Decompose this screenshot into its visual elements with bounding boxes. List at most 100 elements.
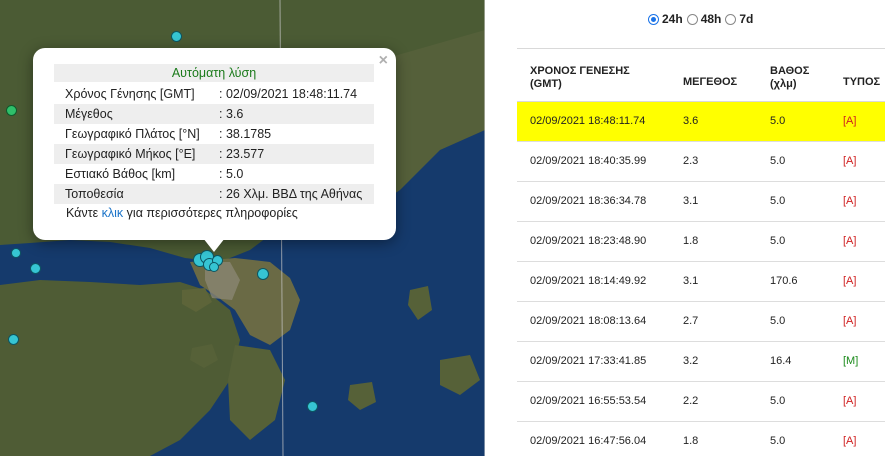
popup-label: Τοποθεσία: [65, 187, 124, 201]
table-row[interactable]: 02/09/2021 16:47:56.04 1.8 5.0 [A]: [517, 421, 885, 461]
popup-row-latitude: Γεωγραφικό Πλάτος [°N] : 38.1785: [54, 124, 374, 144]
more-info-link[interactable]: κλικ: [102, 206, 124, 220]
cell-depth: 170.6: [770, 275, 798, 287]
table-row[interactable]: 02/09/2021 18:40:35.99 2.3 5.0 [A]: [517, 141, 885, 181]
cell-time: 02/09/2021 17:33:41.85: [530, 355, 647, 367]
cell-time: 02/09/2021 16:47:56.04: [530, 435, 647, 447]
cell-time: 02/09/2021 18:08:13.64: [530, 315, 647, 327]
cell-type: [A]: [843, 115, 857, 127]
popup-row-time: Χρόνος Γένησης [GMT] : 02/09/2021 18:48:…: [54, 84, 374, 104]
cell-time: 02/09/2021 18:48:11.74: [530, 115, 646, 127]
earthquake-marker[interactable]: [257, 268, 269, 280]
cell-depth: 5.0: [770, 435, 786, 447]
cell-type: [A]: [843, 435, 857, 447]
cell-depth: 5.0: [770, 115, 786, 127]
popup-label: Χρόνος Γένησης [GMT]: [65, 87, 195, 101]
table-header: ΧΡΟΝΟΣ ΓΕΝΕΣΗΣ (GMT) ΜΕΓΕΘΟΣ ΒΑΘΟΣ (χλμ)…: [517, 48, 885, 102]
header-depth-line1: ΒΑΘΟΣ: [770, 65, 810, 77]
more-info-suffix: για περισσότερες πληροφορίες: [123, 206, 298, 220]
popup-row-depth: Εστιακό Βάθος [km] : 5.0: [54, 164, 374, 184]
popup-row-longitude: Γεωγραφικό Μήκος [°E] : 23.577: [54, 144, 374, 164]
cell-type: [A]: [843, 235, 857, 247]
close-icon[interactable]: ×: [379, 52, 388, 70]
earthquake-marker[interactable]: [6, 105, 17, 116]
popup-row-magnitude: Μέγεθος : 3.6: [54, 104, 374, 124]
table-row[interactable]: 02/09/2021 16:55:53.54 2.2 5.0 [A]: [517, 381, 885, 421]
radio-label-24h[interactable]: 24h: [662, 12, 683, 26]
cell-time: 02/09/2021 18:23:48.90: [530, 235, 647, 247]
cell-magnitude: 2.3: [683, 155, 699, 167]
island-south: [348, 382, 376, 410]
cell-type: [A]: [843, 395, 857, 407]
table-row[interactable]: 02/09/2021 18:23:48.90 1.8 5.0 [A]: [517, 221, 885, 261]
popup-label: Μέγεθος: [65, 107, 113, 121]
popup-row-location: Τοποθεσία : 26 Χλμ. ΒΒΔ της Αθήνας: [54, 184, 374, 204]
header-origin-time-line1: ΧΡΟΝΟΣ ΓΕΝΕΣΗΣ: [530, 65, 630, 77]
earthquake-marker[interactable]: [30, 263, 41, 274]
cell-depth: 5.0: [770, 235, 786, 247]
cell-time: 02/09/2021 16:55:53.54: [530, 395, 647, 407]
earthquake-marker[interactable]: [171, 31, 182, 42]
cell-depth: 16.4: [770, 355, 792, 367]
popup-label: Γεωγραφικό Πλάτος [°N]: [65, 127, 200, 141]
cell-type: [A]: [843, 155, 857, 167]
popup-tip: [203, 238, 225, 252]
cell-time: 02/09/2021 18:40:35.99: [530, 155, 647, 167]
argolid: [228, 345, 285, 440]
time-range-filter: 24h 48h 7d: [648, 10, 757, 28]
cell-depth: 5.0: [770, 395, 786, 407]
popup-value: : 23.577: [219, 147, 265, 161]
table-row[interactable]: 02/09/2021 17:33:41.85 3.2 16.4 [M]: [517, 341, 885, 381]
popup-value: : 3.6: [219, 107, 244, 121]
cell-type: [M]: [843, 355, 859, 367]
cell-magnitude: 3.1: [683, 275, 699, 287]
table-row[interactable]: 02/09/2021 18:48:11.74 3.6 5.0 [A]: [517, 101, 885, 141]
earthquake-info-popup: × Αυτόματη λύση Χρόνος Γένησης [GMT] : 0…: [33, 48, 396, 252]
radio-48h[interactable]: [686, 13, 698, 25]
island-east: [440, 355, 480, 395]
cell-magnitude: 3.2: [683, 355, 699, 367]
header-type: ΤΥΠΟΣ: [843, 76, 881, 88]
cell-magnitude: 2.2: [683, 395, 699, 407]
earthquake-marker[interactable]: [11, 248, 21, 258]
popup-value: : 38.1785: [219, 127, 272, 141]
cell-magnitude: 2.7: [683, 315, 699, 327]
table-row[interactable]: 02/09/2021 18:36:34.78 3.1 5.0 [A]: [517, 181, 885, 221]
header-depth: ΒΑΘΟΣ (χλμ): [770, 65, 809, 91]
popup-label: Γεωγραφικό Μήκος [°E]: [65, 147, 196, 161]
cell-type: [A]: [843, 195, 857, 207]
earthquake-marker[interactable]: [209, 262, 219, 272]
cell-magnitude: 1.8: [683, 435, 699, 447]
kea-island: [408, 286, 432, 320]
cell-magnitude: 3.6: [683, 115, 699, 127]
cell-depth: 5.0: [770, 315, 786, 327]
radio-label-7d[interactable]: 7d: [739, 12, 753, 26]
earthquake-marker[interactable]: [8, 334, 19, 345]
radio-label-48h[interactable]: 48h: [701, 12, 722, 26]
cell-time: 02/09/2021 18:36:34.78: [530, 195, 647, 207]
table-row[interactable]: 02/09/2021 18:14:49.92 3.1 170.6 [A]: [517, 261, 885, 301]
cell-magnitude: 1.8: [683, 235, 699, 247]
header-origin-time: ΧΡΟΝΟΣ ΓΕΝΕΣΗΣ (GMT): [530, 65, 630, 91]
radio-24h[interactable]: [648, 13, 659, 25]
cell-type: [A]: [843, 315, 857, 327]
popup-label: Εστιακό Βάθος [km]: [65, 167, 176, 181]
popup-more-info: Κάντε κλικ για περισσότερες πληροφορίες: [66, 206, 298, 220]
cell-magnitude: 3.1: [683, 195, 699, 207]
popup-value: : 26 Χλμ. ΒΒΔ της Αθήνας: [219, 187, 363, 201]
table-row[interactable]: 02/09/2021 18:08:13.64 2.7 5.0 [A]: [517, 301, 885, 341]
cell-depth: 5.0: [770, 155, 786, 167]
cell-type: [A]: [843, 275, 857, 287]
cell-time: 02/09/2021 18:14:49.92: [530, 275, 647, 287]
header-depth-line2: (χλμ): [770, 78, 797, 90]
earthquake-map[interactable]: × Αυτόματη λύση Χρόνος Γένησης [GMT] : 0…: [0, 0, 485, 456]
popup-value: : 02/09/2021 18:48:11.74: [219, 87, 358, 101]
popup-value: : 5.0: [219, 167, 244, 181]
earthquake-marker[interactable]: [307, 401, 318, 412]
more-info-prefix: Κάντε: [66, 206, 102, 220]
radio-7d[interactable]: [725, 13, 737, 25]
popup-title: Αυτόματη λύση: [54, 64, 374, 82]
header-magnitude: ΜΕΓΕΘΟΣ: [683, 76, 738, 88]
cell-depth: 5.0: [770, 195, 786, 207]
header-origin-time-line2: (GMT): [530, 78, 562, 90]
